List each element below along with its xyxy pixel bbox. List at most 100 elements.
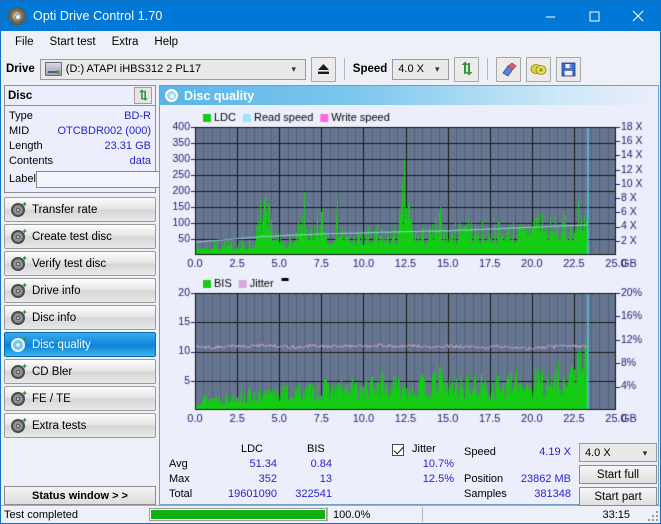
disc-quality-panel: Disc quality LDC BIS Avg Max Total 51.34… (159, 85, 659, 506)
start-full-button[interactable]: Start full (579, 465, 657, 484)
maximize-icon[interactable] (572, 1, 616, 31)
disc-panel-header: Disc (5, 86, 155, 106)
sidebar-item-create-test-disc[interactable]: ✦ Create test disc (4, 224, 156, 249)
menu-item-extra[interactable]: Extra (104, 34, 147, 50)
disc-row-mid-key: MID (9, 124, 30, 137)
sidebar-item-transfer-rate[interactable]: ✦ Transfer rate (4, 197, 156, 222)
app-icon (8, 7, 26, 25)
disc-test-icon (165, 89, 178, 102)
disc-row-contents-value: data (129, 154, 151, 167)
stats-ldc-avg: 51.34 (249, 458, 277, 470)
sidebar-item-disc-quality[interactable]: ✦ Disc quality (4, 332, 156, 357)
speed-select-value: 4.0 X (398, 63, 424, 75)
disc-test-icon: ✦ (11, 281, 28, 298)
stats-jitter-avg: 10.7% (422, 458, 454, 470)
body: Disc Type BD-R MID OTCBDR002 (000) Lengt… (1, 85, 660, 506)
chevron-down-icon: ▾ (291, 63, 297, 74)
menu-bar: File Start test Extra Help (1, 31, 660, 53)
jitter-checkbox[interactable] (392, 444, 404, 457)
eject-button[interactable] (310, 56, 336, 82)
disc-info-rows: Type BD-R MID OTCBDR002 (000) Length 23.… (5, 106, 238, 192)
refresh-button[interactable] (454, 56, 480, 82)
disc-test-icon: ✦ (11, 335, 28, 352)
test-speed-select[interactable]: 4.0 X ▾ (579, 443, 657, 462)
drive-select-value: (D:) ATAPI iHBS312 2 PL17 (65, 63, 202, 75)
disc-label-row: Label (9, 169, 238, 189)
panel-header: Disc quality (160, 86, 658, 105)
disc-panel-title: Disc (8, 89, 33, 102)
sidebar-item-label: Extra tests (32, 419, 87, 432)
resize-grip-icon[interactable] (646, 509, 658, 521)
close-icon[interactable] (616, 1, 660, 31)
disc-test-icon: ✦ (11, 308, 28, 325)
stats-col-ldc: LDC (241, 443, 264, 455)
chart-ldc-canvas[interactable] (160, 105, 657, 273)
stats-ldc-max: 352 (258, 473, 277, 485)
stats-ldc-total: 19601090 (228, 488, 277, 500)
sidebar-item-label: Disc info (32, 311, 77, 324)
stats-speed-value: 4.19 X (539, 446, 571, 458)
sidebar-item-extra-tests[interactable]: ✦ Extra tests (4, 413, 156, 438)
disc-refresh-button[interactable] (134, 87, 152, 104)
sidebar-item-label: Transfer rate (32, 203, 98, 216)
stats-bis-total: 322541 (295, 488, 332, 500)
drive-label: Drive (6, 63, 35, 75)
speed-select[interactable]: 4.0 X ▾ (392, 58, 450, 80)
start-part-button[interactable]: Start part (579, 487, 657, 506)
bitsetting-button[interactable] (526, 56, 552, 82)
sidebar-item-label: Disc quality (32, 338, 91, 351)
stats-table: LDC BIS Avg Max Total 51.34 352 19601090… (164, 443, 657, 506)
minimize-icon[interactable] (528, 1, 572, 31)
stats-panel: LDC BIS Avg Max Total 51.34 352 19601090… (160, 440, 658, 506)
toolbar-divider (343, 58, 345, 80)
menu-item-file[interactable]: File (7, 34, 42, 50)
disc-row-mid: MID OTCBDR002 (000) (9, 123, 151, 138)
speed-label: Speed (352, 63, 388, 75)
sidebar-item-label: Create test disc (32, 230, 112, 243)
stats-samples-value: 381348 (534, 488, 571, 500)
disc-row-length: Length 23.31 GB (9, 138, 151, 153)
save-button[interactable] (556, 56, 582, 82)
stats-row-avg: Avg (169, 458, 188, 470)
sidebar-item-label: FE / TE (32, 392, 71, 405)
stats-bis-max: 13 (319, 473, 332, 485)
disc-test-icon: ✦ (11, 200, 28, 217)
status-bar: Test completed 100.0% 33:15 (1, 505, 660, 523)
jitter-label: Jitter (412, 443, 436, 455)
sidebar-item-fe-te[interactable]: ✦ FE / TE (4, 386, 156, 411)
sidebar-nav: ✦ Transfer rate ✦ Create test disc ✦ Ver… (4, 197, 156, 438)
stats-position-label: Position (464, 473, 504, 485)
stats-col-bis: BIS (307, 443, 325, 455)
disc-row-type-value: BD-R (124, 109, 151, 122)
disc-test-icon: ✦ (11, 362, 28, 379)
menu-item-help[interactable]: Help (146, 34, 186, 50)
sidebar-item-drive-info[interactable]: ✦ Drive info (4, 278, 156, 303)
chart-bis (160, 273, 658, 428)
sidebar: Disc Type BD-R MID OTCBDR002 (000) Lengt… (1, 85, 238, 505)
chevron-down-icon: ▾ (435, 63, 440, 74)
disc-row-contents: Contents data (9, 153, 151, 168)
disc-row-type-key: Type (9, 109, 33, 122)
menu-item-start-test[interactable]: Start test (42, 34, 104, 50)
stats-position-value: 23862 MB (520, 473, 571, 485)
disc-test-icon: ✦ (11, 227, 28, 244)
disc-row-mid-value: OTCBDR002 (000) (57, 124, 151, 137)
main-content: Disc quality LDC BIS Avg Max Total 51.34… (159, 85, 660, 506)
disc-test-icon: ✦ (11, 389, 28, 406)
app-window: Opti Drive Control 1.70 File Start test … (0, 0, 661, 524)
title-bar: Opti Drive Control 1.70 (1, 1, 660, 31)
status-message: Test completed (4, 508, 78, 521)
chart-bis-canvas[interactable] (160, 273, 657, 428)
sidebar-item-label: Drive info (32, 284, 81, 297)
sidebar-item-disc-info[interactable]: ✦ Disc info (4, 305, 156, 330)
eraser-button[interactable] (496, 56, 522, 82)
drive-select[interactable]: (D:) ATAPI iHBS312 2 PL17 ▾ (39, 58, 306, 80)
progress-percent: 100.0% (327, 507, 422, 522)
status-window-button[interactable]: Status window > > (4, 486, 156, 505)
sidebar-item-verify-test-disc[interactable]: ✦ Verify test disc (4, 251, 156, 276)
disc-test-icon: ✦ (11, 416, 28, 433)
stats-samples-label: Samples (464, 488, 507, 500)
progress-bar-fill (151, 510, 325, 519)
sidebar-item-cd-bler[interactable]: ✦ CD Bler (4, 359, 156, 384)
